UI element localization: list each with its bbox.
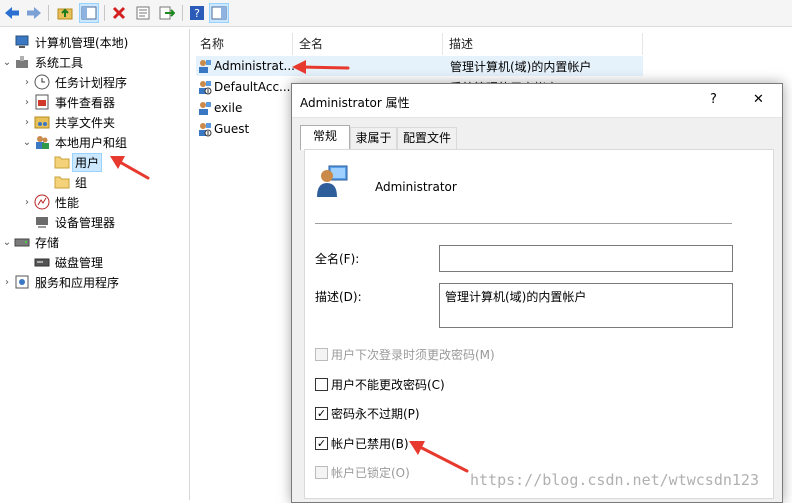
arrow-icon — [110, 156, 150, 180]
annotation-arrows — [110, 60, 469, 473]
arrow-icon — [292, 60, 350, 74]
arrow-icon — [409, 441, 469, 473]
